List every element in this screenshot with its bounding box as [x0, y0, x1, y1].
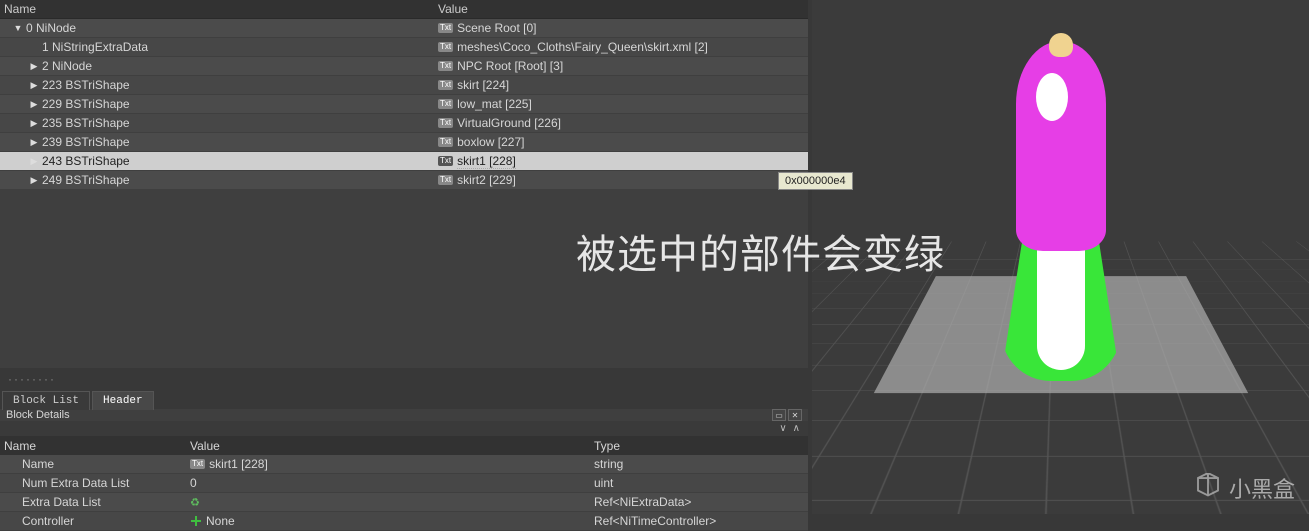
tree-node-name: 229 BSTriShape: [42, 97, 130, 111]
viewport-model[interactable]: [1016, 41, 1106, 251]
details-header-name[interactable]: Name: [0, 439, 186, 453]
tree-node-value: Scene Root [0]: [457, 21, 536, 35]
tree-row[interactable]: ▶243 BSTriShape Txt skirt1 [228]: [0, 152, 808, 171]
tree-node-name: 1 NiStringExtraData: [42, 40, 148, 54]
txt-icon: Txt: [438, 61, 453, 71]
txt-icon: Txt: [438, 156, 453, 166]
tree-row[interactable]: 1 NiStringExtraData Txt meshes\Coco_Cloths…: [0, 38, 808, 57]
details-header-value[interactable]: Value: [186, 439, 586, 453]
next-icon[interactable]: ∧: [793, 423, 800, 434]
txt-icon: Txt: [438, 175, 453, 185]
tree-node-name: 2 NiNode: [42, 59, 92, 73]
left-panel: Name Value ▼0 NiNode Txt Scene Root [0] 1 N…: [0, 0, 812, 514]
txt-icon: Txt: [438, 118, 453, 128]
tree-row[interactable]: ▶239 BSTriShape Txt boxlow [227]: [0, 133, 808, 152]
txt-icon: Txt: [190, 459, 205, 469]
tree-row[interactable]: ▶249 BSTriShape Txt skirt2 [229]: [0, 171, 808, 190]
tree-node-name: 239 BSTriShape: [42, 135, 130, 149]
resize-handle[interactable]: ········: [0, 368, 808, 390]
chevron-right-icon[interactable]: ▶: [29, 118, 39, 129]
details-row[interactable]: Num Extra Data List 0 uint: [0, 474, 808, 493]
detail-name: Controller: [22, 514, 74, 528]
watermark: 小黑盒: [1193, 472, 1295, 504]
txt-icon: Txt: [438, 99, 453, 109]
tree-header-name[interactable]: Name: [0, 2, 432, 16]
detail-type: string: [594, 457, 623, 471]
prev-icon[interactable]: ∨: [779, 423, 786, 434]
chevron-right-icon[interactable]: ▶: [29, 80, 39, 91]
detail-value: skirt1 [228]: [209, 457, 268, 471]
watermark-text: 小黑盒: [1229, 472, 1295, 504]
tab-block-list[interactable]: Block List: [2, 391, 90, 410]
tree-row[interactable]: ▶235 BSTriShape Txt VirtualGround [226]: [0, 114, 808, 133]
tab-bar: Block List Header: [0, 390, 808, 409]
block-details-header: Block Details ▭ ✕: [0, 409, 808, 421]
tree-node-value: skirt [224]: [457, 78, 509, 92]
watermark-icon: [1193, 473, 1223, 503]
details-table: Name Value Type Name Txt skirt1 [228] strin…: [0, 436, 808, 531]
tree-node-name: 235 BSTriShape: [42, 116, 130, 130]
panel-close-button[interactable]: ✕: [788, 409, 802, 421]
model-head: [1049, 33, 1073, 57]
tree-node-name: 243 BSTriShape: [42, 154, 130, 168]
tree-row[interactable]: ▶223 BSTriShape Txt skirt [224]: [0, 76, 808, 95]
details-header-type[interactable]: Type: [586, 439, 808, 453]
details-header-row: Name Value Type: [0, 436, 808, 455]
tree-header-row: Name Value: [0, 0, 808, 19]
tree-node-value: boxlow [227]: [457, 135, 524, 149]
detail-name: Name: [22, 457, 54, 471]
tree-header-value[interactable]: Value: [432, 2, 808, 16]
panel-undock-button[interactable]: ▭: [772, 409, 786, 421]
tree-row[interactable]: ▶2 NiNode Txt NPC Root [Root] [3]: [0, 57, 808, 76]
model-torso: [1016, 41, 1106, 251]
txt-icon: Txt: [438, 137, 453, 147]
detail-value: 0: [190, 476, 197, 490]
chevron-right-icon[interactable]: ▶: [29, 156, 39, 167]
details-row[interactable]: Name Txt skirt1 [228] string: [0, 455, 808, 474]
tree-node-value: NPC Root [Root] [3]: [457, 59, 563, 73]
value-tooltip: 0x000000e4: [778, 172, 853, 190]
chevron-right-icon[interactable]: ▶: [29, 99, 39, 110]
txt-icon: Txt: [438, 42, 453, 52]
viewport-panel[interactable]: [812, 0, 1309, 514]
chevron-down-icon[interactable]: ▼: [13, 23, 23, 33]
details-row[interactable]: Extra Data List ♻ Ref<NiExtraData>: [0, 493, 808, 512]
chevron-right-icon[interactable]: ▶: [29, 175, 39, 186]
txt-icon: Txt: [438, 23, 453, 33]
tree-node-name: 223 BSTriShape: [42, 78, 130, 92]
chevron-right-icon[interactable]: ▶: [29, 137, 39, 148]
detail-value: None: [206, 514, 235, 528]
tree-node-value: skirt2 [229]: [457, 173, 516, 187]
details-row[interactable]: Controller None Ref<NiTimeController>: [0, 512, 808, 531]
tree-node-value: skirt1 [228]: [457, 154, 516, 169]
detail-name: Extra Data List: [22, 495, 101, 509]
recycle-icon[interactable]: ♻: [190, 496, 200, 509]
detail-type: Ref<NiExtraData>: [594, 495, 691, 509]
txt-icon: Txt: [438, 80, 453, 90]
detail-name: Num Extra Data List: [22, 476, 129, 490]
details-nav: ∨ ∧: [0, 421, 808, 436]
detail-type: Ref<NiTimeController>: [594, 514, 716, 528]
chevron-right-icon[interactable]: ▶: [29, 61, 39, 72]
block-tree: Name Value ▼0 NiNode Txt Scene Root [0] 1 N…: [0, 0, 808, 368]
tree-row[interactable]: ▶229 BSTriShape Txt low_mat [225]: [0, 95, 808, 114]
tree-row[interactable]: ▼0 NiNode Txt Scene Root [0]: [0, 19, 808, 38]
tree-node-name: 0 NiNode: [26, 21, 76, 35]
tab-header[interactable]: Header: [92, 391, 154, 410]
tree-node-value: VirtualGround [226]: [457, 116, 561, 130]
block-details-label: Block Details: [6, 409, 70, 421]
detail-type: uint: [594, 476, 613, 490]
plus-icon[interactable]: [190, 515, 202, 527]
tree-node-value: meshes\Coco_Cloths\Fairy_Queen\skirt.xml…: [457, 40, 708, 54]
tree-node-name: 249 BSTriShape: [42, 173, 130, 187]
tree-node-value: low_mat [225]: [457, 97, 532, 111]
